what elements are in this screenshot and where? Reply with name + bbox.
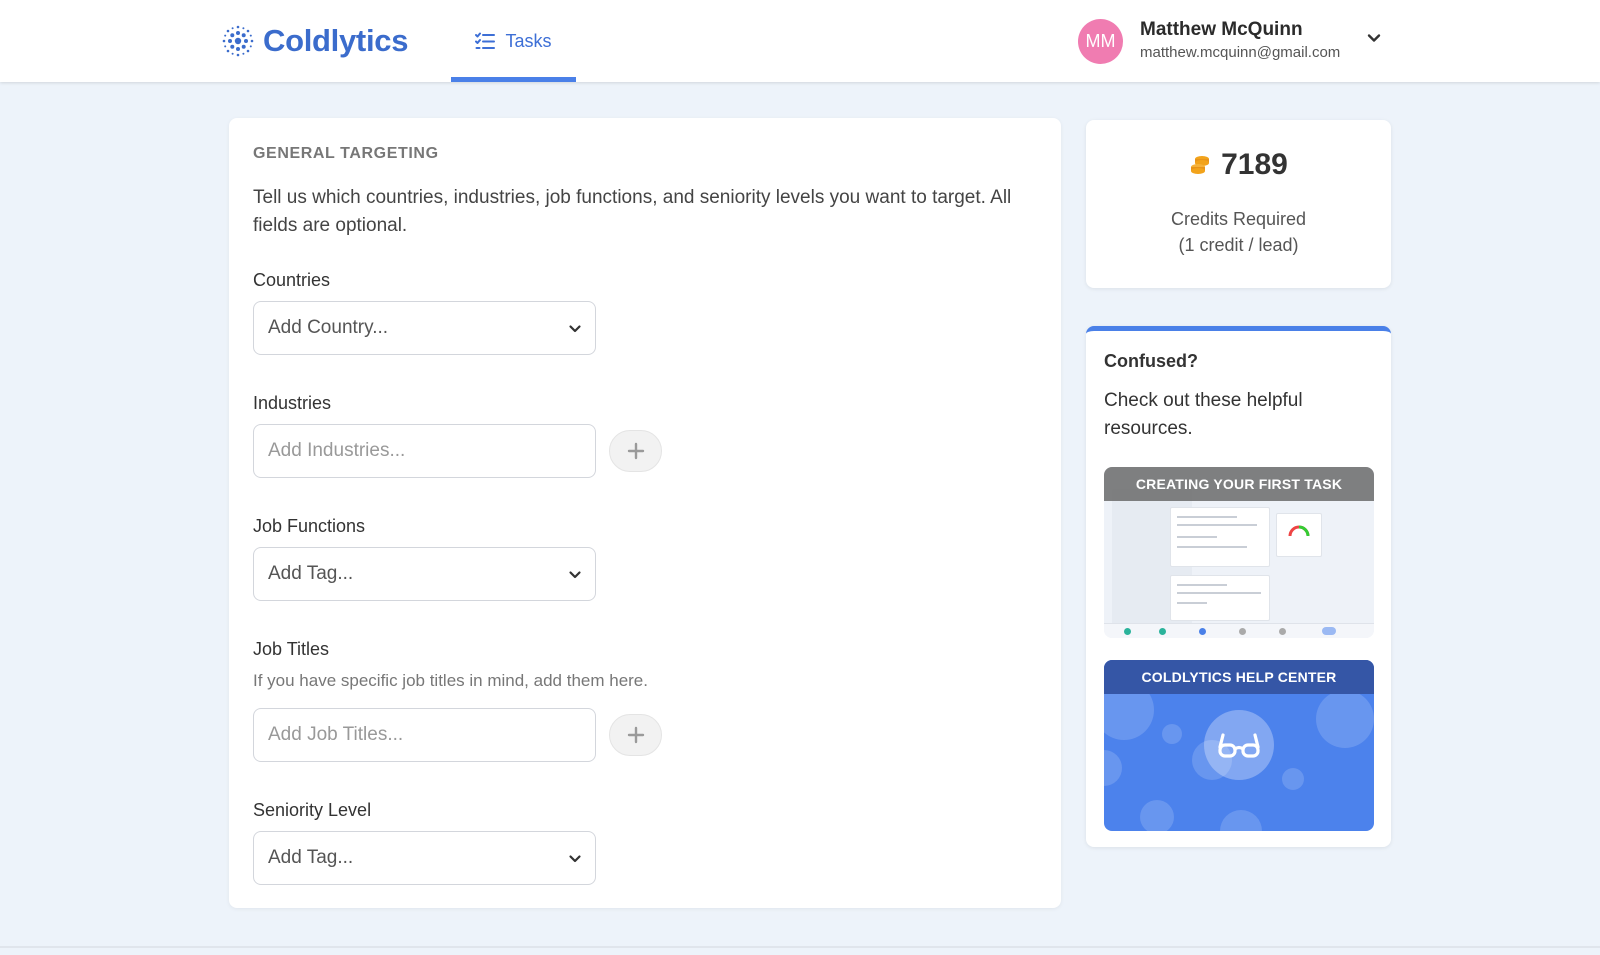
user-name: Matthew McQuinn xyxy=(1140,19,1303,40)
brand-name: Coldlytics xyxy=(263,23,409,58)
credits-row: 7189 xyxy=(1086,148,1391,182)
chevron-down-icon xyxy=(569,855,581,863)
coins-icon xyxy=(1191,156,1210,174)
resource-first-task[interactable]: CREATING YOUR FIRST TASK xyxy=(1104,467,1374,638)
resource-help-center[interactable]: COLDLYTICS HELP CENTER xyxy=(1104,660,1374,831)
countries-select[interactable]: Add Country... xyxy=(253,301,596,355)
help-title: Confused? xyxy=(1104,351,1198,371)
footer-divider xyxy=(0,946,1600,948)
thumbnail-gauge xyxy=(1276,513,1322,557)
avatar: MM xyxy=(1078,18,1123,64)
seniority-select-value: Add Tag... xyxy=(268,847,354,868)
credits-label-line2: (1 credit / lead) xyxy=(1178,235,1299,255)
countries-label: Countries xyxy=(253,270,331,290)
logo-icon xyxy=(222,25,254,57)
seniority-select[interactable]: Add Tag... xyxy=(253,831,596,885)
job-titles-placeholder: Add Job Titles... xyxy=(268,724,404,745)
top-navbar: Coldlytics Tasks MM Matthew McQuinn matt… xyxy=(0,0,1600,82)
industries-placeholder: Add Industries... xyxy=(268,440,406,461)
glasses-icon-badge xyxy=(1204,710,1274,780)
industries-label: Industries xyxy=(253,393,332,413)
industries-input[interactable]: Add Industries... xyxy=(253,424,596,478)
help-description: Check out these helpful resources. xyxy=(1104,390,1303,439)
countries-select-value: Add Country... xyxy=(268,317,389,338)
job-titles-label: Job Titles xyxy=(253,639,330,659)
brand-logo[interactable]: Coldlytics xyxy=(221,20,408,62)
seniority-label: Seniority Level xyxy=(253,800,372,820)
thumbnail-stepper xyxy=(1104,623,1374,638)
general-targeting-card: GENERAL TARGETING Tell us which countrie… xyxy=(229,118,1061,908)
task-list-icon xyxy=(475,32,496,49)
user-email: matthew.mcquinn@gmail.com xyxy=(1140,44,1341,61)
chevron-down-icon[interactable] xyxy=(1366,30,1382,46)
job-functions-select[interactable]: Add Tag... xyxy=(253,547,596,601)
tab-tasks[interactable]: Tasks xyxy=(451,0,576,82)
section-description: Tell us which countries, industries, job… xyxy=(253,187,1012,236)
thumbnail-panel xyxy=(1170,507,1270,567)
help-resources-card: Confused? Check out these helpful resour… xyxy=(1086,326,1391,847)
user-info: Matthew McQuinn matthew.mcquinn@gmail.co… xyxy=(1140,18,1340,64)
thumbnail-panel-2 xyxy=(1170,575,1270,621)
add-job-title-button[interactable] xyxy=(609,714,662,756)
credits-label-line1: Credits Required xyxy=(1170,209,1307,229)
glasses-icon xyxy=(1218,733,1260,758)
chevron-down-icon xyxy=(569,571,581,579)
job-functions-label: Job Functions xyxy=(253,516,366,536)
credits-value: 7189 xyxy=(1221,148,1288,181)
job-titles-input[interactable]: Add Job Titles... xyxy=(253,708,596,762)
chevron-down-icon xyxy=(569,325,581,333)
resource-first-task-title: CREATING YOUR FIRST TASK xyxy=(1104,467,1374,501)
job-functions-select-value: Add Tag... xyxy=(268,563,354,584)
tab-tasks-label: Tasks xyxy=(505,30,552,51)
resource-help-center-title: COLDLYTICS HELP CENTER xyxy=(1104,660,1374,694)
credits-label: Credits Required (1 credit / lead) xyxy=(1086,206,1391,258)
plus-icon xyxy=(627,442,644,460)
section-title: GENERAL TARGETING xyxy=(253,145,439,162)
plus-icon xyxy=(627,726,644,744)
user-menu[interactable]: MM Matthew McQuinn matthew.mcquinn@gmail… xyxy=(1078,18,1340,64)
add-industry-button[interactable] xyxy=(609,430,662,472)
credits-card: 7189 Credits Required (1 credit / lead) xyxy=(1086,120,1391,288)
job-titles-hint: If you have specific job titles in mind,… xyxy=(253,671,648,690)
